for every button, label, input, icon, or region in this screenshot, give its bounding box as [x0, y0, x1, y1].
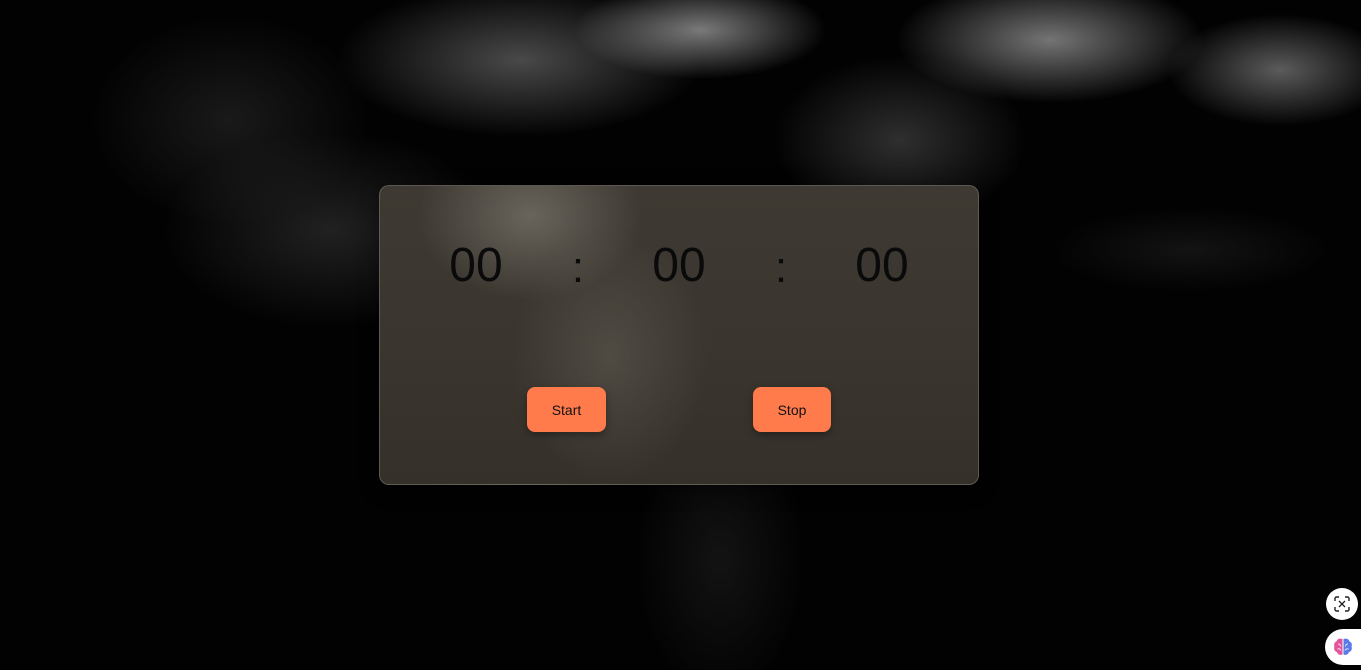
- stop-button[interactable]: Stop: [753, 387, 831, 432]
- brain-icon: [1334, 638, 1352, 655]
- seconds-display: 00: [855, 239, 909, 292]
- capture-icon: [1334, 596, 1350, 612]
- capture-button[interactable]: [1326, 588, 1358, 620]
- start-button[interactable]: Start: [527, 387, 606, 432]
- assistant-button[interactable]: [1325, 629, 1361, 665]
- time-display: 00 : 00 : 00: [380, 236, 978, 296]
- separator: :: [571, 243, 585, 292]
- minutes-display: 00: [652, 239, 706, 292]
- hours-display: 00: [449, 239, 503, 292]
- stopwatch-panel: 00 : 00 : 00 Start Stop: [379, 185, 979, 485]
- separator: :: [774, 243, 788, 292]
